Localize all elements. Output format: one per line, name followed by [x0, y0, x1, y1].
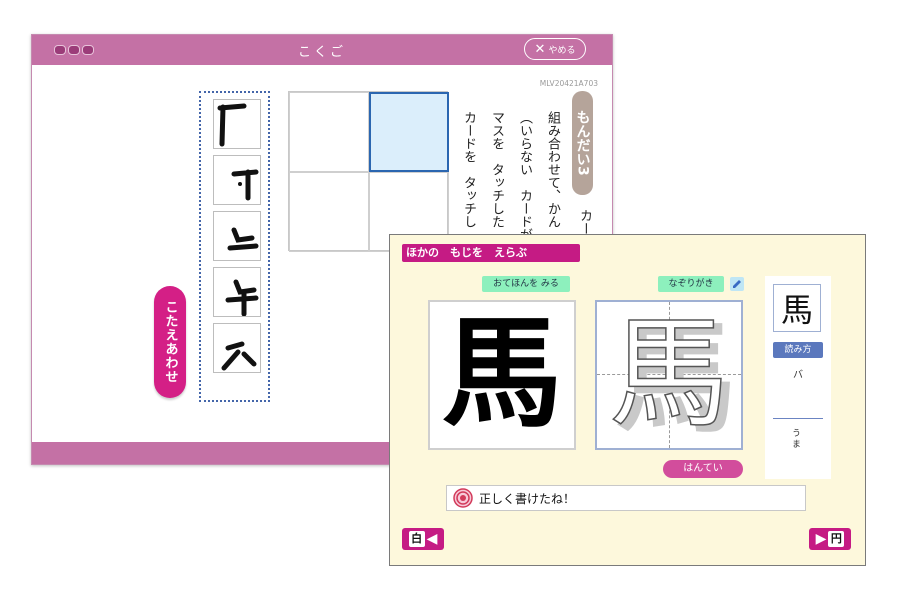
stroke-fragment-icon: [217, 103, 247, 147]
stroke-card-2[interactable]: [213, 155, 261, 205]
check-answer-button[interactable]: こたえあわせ: [154, 286, 186, 398]
answer-grid: [288, 91, 449, 252]
quit-button[interactable]: ✕ やめる: [524, 38, 586, 60]
model-character-box: 馬: [428, 300, 576, 450]
stroke-card-5[interactable]: [213, 323, 261, 373]
question-line-4: マスを タッチした: [489, 111, 504, 228]
feedback-message: 正しく書けたね！: [446, 485, 806, 511]
problem-number-badge: もんだい3: [572, 91, 593, 195]
kanji-practice-panel: ほかの もじを えらぶ おてほんを みる なぞりがき 馬 馬 馬 はんてい 馬 …: [389, 234, 866, 566]
stroke-card-1[interactable]: [213, 99, 261, 149]
stroke-fragment-icon: [225, 279, 259, 316]
question-line-5: カードを タッチし: [461, 111, 476, 228]
stroke-card-4[interactable]: [213, 267, 261, 317]
stroke-fragment-icon: [221, 341, 257, 371]
stroke-fragment-icon: [227, 227, 259, 251]
arrow-right-icon: ▶: [815, 531, 827, 547]
arrow-left-icon: ◀: [426, 531, 438, 547]
stroke-card-3[interactable]: [213, 211, 261, 261]
reading-panel: 馬 読み方 バ うま: [765, 276, 831, 479]
prev-kanji-label: 白: [408, 531, 425, 547]
question-line-2: 組み合わせて、かん: [545, 111, 560, 228]
tracing-button[interactable]: なぞりがき: [658, 276, 724, 292]
pencil-icon[interactable]: [730, 277, 744, 291]
stroke-fragment-icon: [231, 169, 259, 201]
next-kanji-button[interactable]: ▶ 円: [809, 528, 851, 550]
grid-cell-top-right-selected[interactable]: [369, 92, 449, 172]
small-character: 馬: [773, 284, 821, 332]
quit-label: やめる: [548, 45, 576, 56]
prev-kanji-button[interactable]: 白 ◀: [402, 528, 444, 550]
feedback-text: 正しく書けたね！: [479, 491, 576, 506]
tracing-canvas[interactable]: 馬 馬: [595, 300, 743, 450]
on-reading: バ: [793, 370, 803, 381]
menu-dots-icon[interactable]: [54, 45, 94, 55]
grid-cell-bottom-left[interactable]: [289, 172, 369, 252]
kun-reading: うま: [790, 428, 800, 450]
problem-code: MLV20421A703: [539, 79, 598, 88]
next-kanji-label: 円: [828, 531, 845, 547]
close-icon: ✕: [534, 41, 546, 57]
flower-stamp-icon: [453, 488, 473, 508]
title-bar: こくご ✕ やめる: [32, 35, 612, 65]
grid-cell-top-left[interactable]: [289, 92, 369, 172]
judge-button[interactable]: はんてい: [663, 460, 743, 478]
choose-other-char-button[interactable]: ほかの もじを えらぶ: [402, 244, 580, 262]
readings-label: 読み方: [773, 342, 823, 358]
question-line-3: （いらない カードが: [517, 111, 532, 241]
window-title: こくご: [297, 45, 346, 60]
model-character: 馬: [442, 305, 562, 444]
traced-character: 馬: [608, 305, 730, 444]
card-column: [199, 91, 270, 402]
divider: [773, 418, 823, 419]
view-model-button[interactable]: おてほんを みる: [482, 276, 570, 292]
